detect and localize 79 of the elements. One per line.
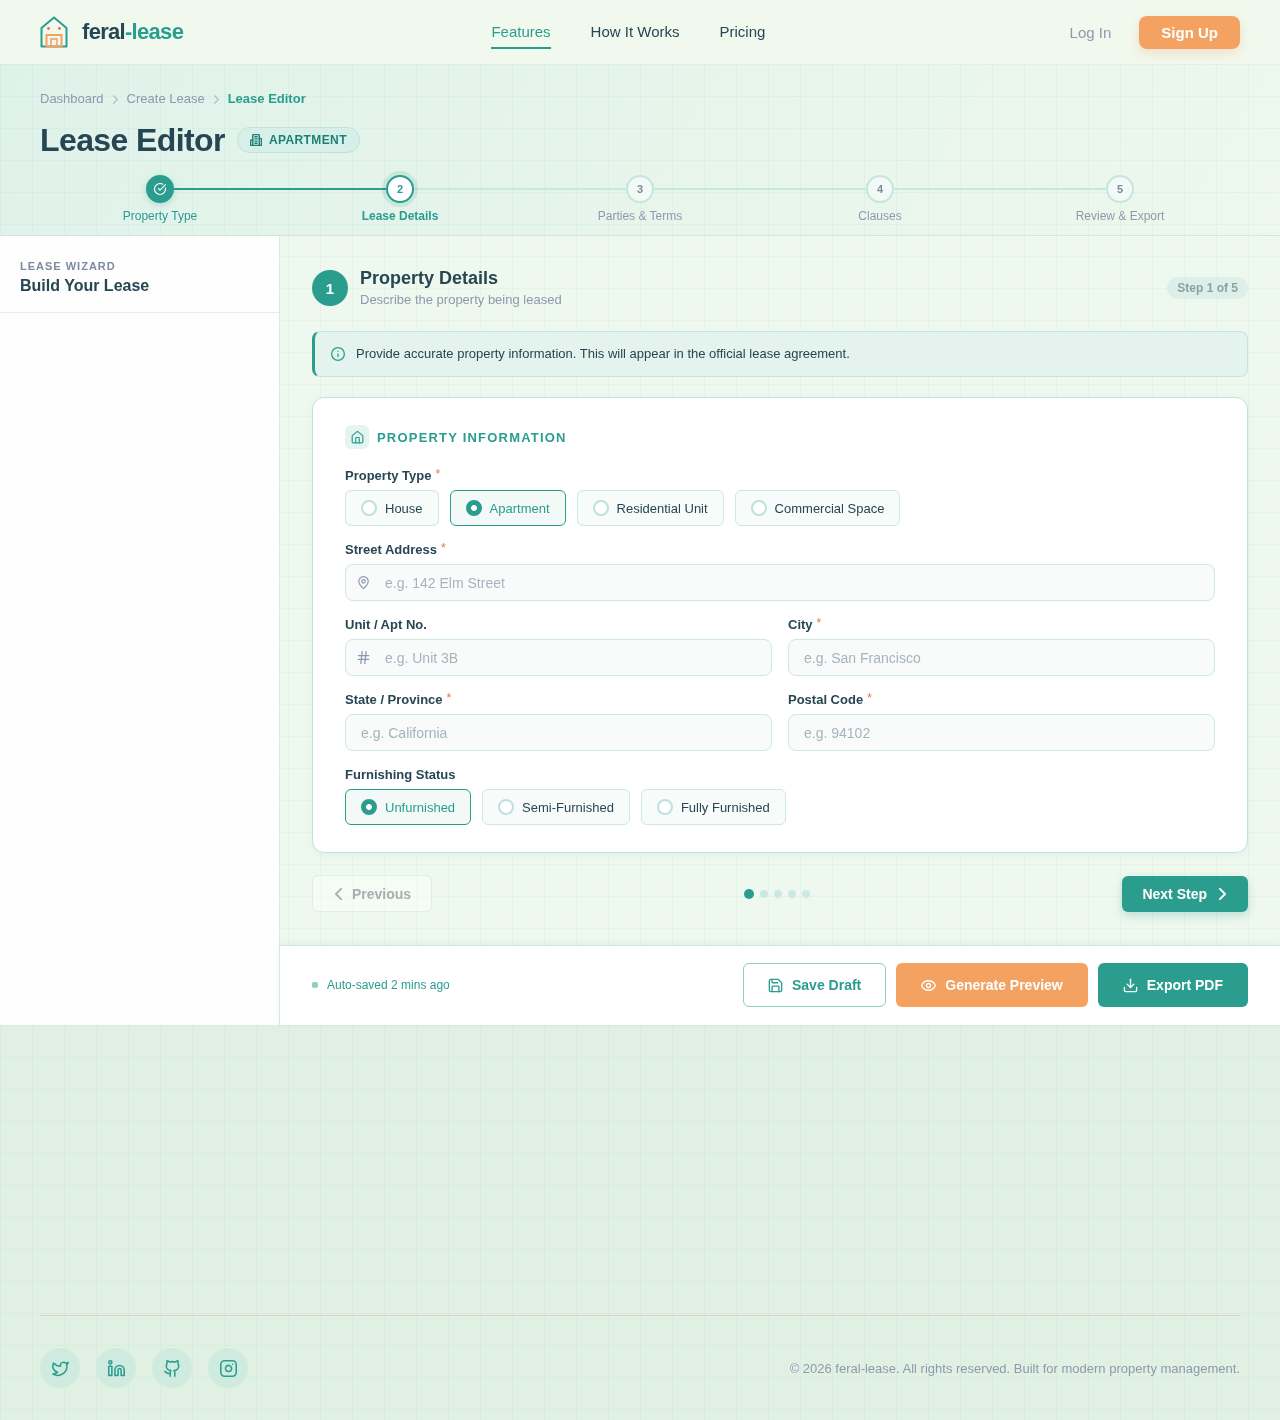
eye-icon — [921, 977, 937, 993]
preview-button[interactable]: Generate Preview — [896, 963, 1088, 1007]
next-step-button[interactable]: Next Step — [1122, 875, 1248, 912]
step-label: Lease Details — [361, 209, 439, 223]
step-label: Clauses — [858, 209, 902, 223]
breadcrumb-current-page: Lease Editor — [227, 90, 306, 108]
chevron-left-icon — [335, 887, 342, 900]
copyright-text: © 2026 feral-lease. All rights reserved. Built for modern property management. — [789, 1360, 1240, 1376]
chevron-icon — [213, 94, 219, 104]
step-marker: 5 — [1106, 175, 1134, 203]
field-label: Postal Code — [788, 692, 864, 708]
step-marker: 2 — [386, 175, 414, 203]
nav-link[interactable]: How It Works — [590, 15, 680, 49]
export-button[interactable]: Export PDF — [1097, 963, 1248, 1007]
field-label: City — [788, 617, 813, 633]
section-subtitle: Describe the property being leased — [360, 291, 563, 309]
chevron-right-icon — [1219, 887, 1226, 900]
breadcrumb-link[interactable]: Create Lease — [126, 90, 205, 108]
unit-field[interactable]: e.g. Unit 3B — [345, 639, 772, 676]
breadcrumb-link[interactable]: Dashboard — [40, 90, 104, 108]
social-link[interactable] — [40, 1348, 80, 1388]
required-mark: * — [446, 692, 452, 704]
required-mark: * — [867, 692, 872, 704]
home-icon — [345, 425, 369, 449]
in-logo-icon — [107, 1359, 125, 1377]
social-link[interactable] — [208, 1348, 248, 1388]
sidebar-title: Build Your Lease — [20, 276, 151, 296]
text-field[interactable]: e.g. 94102 — [788, 714, 1215, 751]
field-label: Furnishing Status — [345, 767, 456, 783]
brand-name[interactable]: feral-lease — [82, 19, 184, 45]
step-label: Review & Export — [1075, 209, 1165, 223]
type-label: APARTMENT — [268, 133, 347, 147]
autosave-status: Auto-saved 2 mins ago — [327, 978, 450, 992]
sidebar-eyebrow: LEASE WIZARD — [20, 260, 117, 272]
required-mark: * — [441, 542, 446, 554]
required-mark: * — [816, 617, 822, 629]
radio-option[interactable]: Fully Furnished — [640, 789, 786, 825]
nav-link[interactable]: Features — [491, 15, 551, 49]
section-number: 1 — [312, 270, 348, 306]
save-draft-button[interactable]: Save Draft — [743, 963, 887, 1007]
hash-icon — [357, 651, 370, 664]
required-mark: * — [435, 468, 441, 480]
login-link[interactable]: Log In — [1069, 23, 1112, 41]
field-label: Unit / Apt No. — [345, 617, 427, 633]
text-field[interactable]: e.g. San Francisco — [788, 639, 1215, 676]
download-icon — [1122, 977, 1138, 993]
field-label: Street Address — [345, 542, 437, 558]
bird-icon — [51, 1359, 69, 1377]
address-field[interactable]: e.g. 142 Elm Street — [345, 564, 1215, 601]
radio-option[interactable]: House — [345, 490, 439, 526]
card-title: PROPERTY INFORMATION — [377, 429, 567, 445]
chevron-icon — [112, 94, 118, 104]
page-title: Lease Editor — [40, 122, 225, 158]
social-link[interactable] — [152, 1348, 192, 1388]
nav-link[interactable]: Pricing — [719, 15, 766, 49]
step-counter: Step 1 of 5 — [1167, 277, 1248, 299]
radio-option[interactable]: Residential Unit — [576, 490, 724, 526]
cat-icon — [163, 1359, 181, 1377]
step-marker: 3 — [626, 175, 654, 203]
radio-option[interactable]: Apartment — [449, 490, 566, 526]
radio-option[interactable]: Unfurnished — [345, 789, 472, 825]
check-icon — [154, 183, 166, 195]
map-pin-icon — [357, 576, 370, 589]
info-text: Provide accurate property information. This will appear in the official lease agreement. — [356, 345, 850, 363]
camera-icon — [219, 1359, 237, 1377]
step-label: Parties & Terms — [597, 209, 683, 223]
info-icon — [331, 347, 345, 361]
building-icon — [249, 134, 262, 146]
step-label: Property Type — [122, 209, 198, 223]
radio-option[interactable]: Semi-Furnished — [482, 789, 630, 825]
house-logo-icon[interactable] — [40, 16, 68, 48]
field-label: State / Province — [345, 692, 443, 708]
section-title: Property Details — [360, 267, 500, 289]
sign-up-button[interactable]: Sign Up — [1139, 15, 1240, 49]
social-link[interactable] — [96, 1348, 136, 1388]
step-marker: 4 — [866, 175, 894, 203]
text-field[interactable]: e.g. California — [345, 714, 772, 751]
field-label: Property Type — [345, 468, 432, 484]
radio-option[interactable]: Commercial Space — [734, 490, 901, 526]
